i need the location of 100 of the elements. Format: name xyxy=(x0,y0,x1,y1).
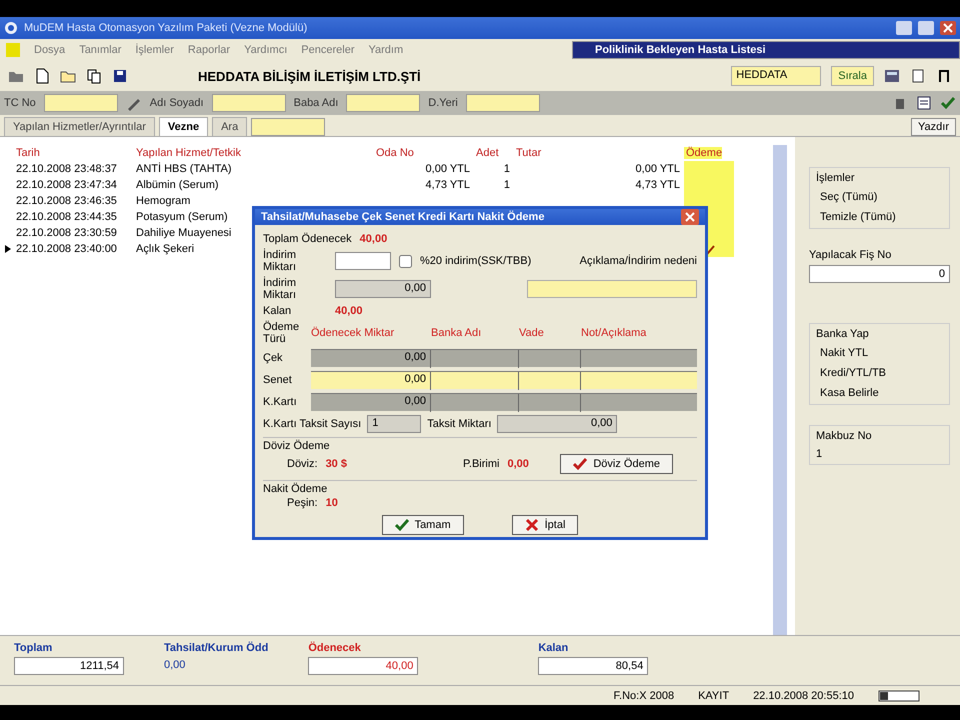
field-label: P.Birimi xyxy=(462,458,500,470)
menu-item[interactable]: Yardımcı xyxy=(244,44,288,56)
field-label: Taksit Miktarı xyxy=(427,418,492,430)
menu-item[interactable]: Tanımlar xyxy=(79,44,122,56)
discount-field[interactable] xyxy=(335,252,391,270)
new-file-icon[interactable] xyxy=(34,68,50,84)
cancel-button[interactable]: İptal xyxy=(512,515,578,535)
company-name: HEDDATA BİLİŞİM İLETİŞİM LTD.ŞTİ xyxy=(198,68,422,84)
column-header: Not/Açıklama xyxy=(581,327,648,339)
receipt-number: 1 xyxy=(816,448,824,460)
menu-item[interactable]: İşlemler xyxy=(135,44,174,56)
field-label: Adı Soyadı xyxy=(150,97,204,109)
table-cell-text: 1 xyxy=(502,163,511,175)
tab[interactable]: Vezne xyxy=(158,117,208,136)
discount-checkbox[interactable] xyxy=(399,254,412,268)
user-field[interactable]: HEDDATA xyxy=(731,66,822,86)
table-cell-text: Açlık Şekeri xyxy=(135,243,194,255)
row-label: K.Kartı xyxy=(263,396,298,408)
field-label: K.Kartı Taksit Sayısı xyxy=(263,418,362,430)
installment-amount-field: 0,00 xyxy=(497,415,618,433)
field-label: D.Yeri xyxy=(428,97,458,109)
app-icon xyxy=(4,21,18,35)
installment-dropdown[interactable]: 1 xyxy=(367,415,422,433)
cash-value: 10 xyxy=(326,497,338,509)
remaining-amount: 40,00 xyxy=(335,305,363,317)
payment-row[interactable]: 0,00 xyxy=(311,371,697,389)
table-cell-text: Albümin (Serum) xyxy=(135,179,219,191)
total-label: Kalan xyxy=(538,642,570,654)
column-header: Banka Adı xyxy=(431,327,482,339)
window-title: MuDEM Hasta Otomasyon Yazılım Paketi (Vezne Modülü) xyxy=(24,22,308,34)
field-label: İndirim Miktarı xyxy=(263,277,298,301)
tab[interactable]: Ara xyxy=(212,117,248,136)
column-header: Ödeme Türü xyxy=(263,321,300,345)
tab[interactable]: Yapılan Hizmetler/Ayrıntılar xyxy=(4,117,155,136)
list-icon[interactable] xyxy=(916,95,932,111)
payment-row[interactable]: 0,00 xyxy=(311,393,697,411)
table-cell-text: 22.10.2008 23:30:59 xyxy=(15,227,117,239)
receipt-field[interactable]: 0 xyxy=(809,265,950,283)
field-label: Döviz: xyxy=(287,458,318,470)
column-header: Adet xyxy=(475,147,499,159)
field-label: Baba Adı xyxy=(294,97,338,109)
text-field[interactable] xyxy=(212,94,286,112)
copy-icon[interactable] xyxy=(86,68,102,84)
panel-button[interactable]: Kredi/YTL/TB xyxy=(816,366,943,380)
check-icon[interactable] xyxy=(940,95,956,111)
search-field[interactable] xyxy=(251,118,326,136)
amount-cell[interactable]: 0,00 xyxy=(311,394,431,412)
check-icon xyxy=(573,457,588,471)
total-label: Ödenecek xyxy=(308,642,362,654)
table-cell-text: 4,73 YTL xyxy=(634,179,681,191)
table-cell-text: 22.10.2008 23:48:37 xyxy=(15,163,117,175)
table-cell-text: 4,73 YTL xyxy=(424,179,471,191)
scrollbar[interactable] xyxy=(773,145,787,635)
text-field[interactable] xyxy=(466,94,540,112)
close-icon[interactable] xyxy=(681,209,699,225)
table-cell-text: Hemogram xyxy=(135,195,190,207)
menu-item[interactable]: Raporlar xyxy=(188,44,230,56)
menu-item[interactable]: Pencereler xyxy=(301,44,354,56)
field-label: Kalan xyxy=(263,305,292,317)
amount-cell[interactable]: 0,00 xyxy=(311,372,431,390)
total-value: 0,00 xyxy=(164,658,186,673)
row-label: Senet xyxy=(263,374,293,386)
section-title: Döviz Ödeme xyxy=(263,440,331,452)
checkbox-label: %20 indirim(SSK/TBB) xyxy=(420,255,532,267)
group-title: Banka Yap xyxy=(816,328,870,340)
cross-icon xyxy=(524,518,539,532)
panel-button[interactable]: Temizle (Tümü) xyxy=(816,210,943,224)
note-field[interactable] xyxy=(527,280,697,298)
popup-window-title[interactable]: Poliklinik Bekleyen Hasta Listesi xyxy=(572,41,960,59)
table-cell-text: ANTİ HBS (TAHTA) xyxy=(135,163,232,175)
column-header: Ödenecek Miktar xyxy=(311,327,396,339)
document-icon[interactable] xyxy=(910,68,926,84)
table-cell-text: 22.10.2008 23:40:00 xyxy=(15,243,117,255)
status-text: KAYIT xyxy=(698,690,730,702)
amount-cell[interactable]: 0,00 xyxy=(311,350,431,368)
panel-button[interactable]: Seç (Tümü) xyxy=(816,190,943,204)
column-header: Oda No xyxy=(375,147,414,159)
currency-payment-button[interactable]: Döviz Ödeme xyxy=(560,454,673,474)
save-icon[interactable] xyxy=(112,68,128,84)
app-icon xyxy=(6,43,20,57)
panel-button[interactable]: Kasa Belirle xyxy=(816,386,943,400)
field-label: İndirim Miktarı xyxy=(263,249,298,273)
close-icon[interactable] xyxy=(940,21,956,35)
table-cell-text: Dahiliye Muayenesi xyxy=(135,227,232,239)
column-header: Vade xyxy=(519,327,545,339)
table-cell-text: 0,00 YTL xyxy=(424,163,471,175)
tc-no-field[interactable] xyxy=(44,94,118,112)
text-field[interactable] xyxy=(346,94,420,112)
payment-row[interactable]: 0,00 xyxy=(311,349,697,367)
print-button[interactable]: Yazdır xyxy=(911,118,956,136)
field-label: TC No xyxy=(4,97,36,109)
field-label: Peşin: xyxy=(287,497,318,509)
field-label: Yapılacak Fiş No xyxy=(809,249,892,261)
ok-button[interactable]: Tamam xyxy=(382,515,464,535)
total-field: 40,00 xyxy=(308,657,418,675)
panel-button[interactable]: Nakit YTL xyxy=(816,346,943,360)
section-title: Nakit Ödeme xyxy=(263,483,328,495)
menu-item[interactable]: Dosya xyxy=(34,44,66,56)
menu-item[interactable]: Yardım xyxy=(368,44,404,56)
sort-button[interactable]: Sırala xyxy=(831,66,874,86)
